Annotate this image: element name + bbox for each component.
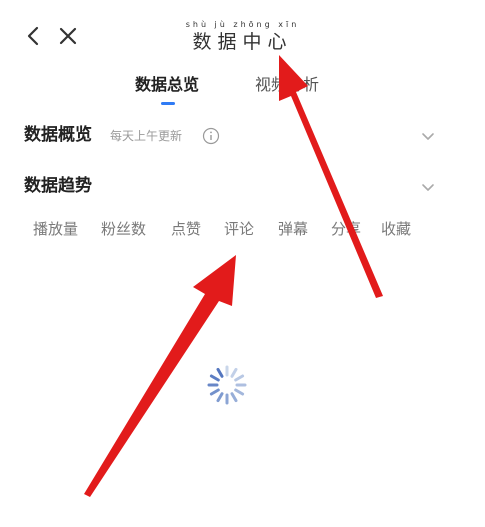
overview-update-note: 每天上午更新 — [110, 129, 183, 143]
metric-tab-followers[interactable]: 粉丝数 — [101, 218, 146, 240]
page-title: shù jù zhōng xīn 数据中心 — [0, 20, 485, 54]
info-icon[interactable] — [202, 127, 220, 145]
overview-section-header[interactable]: 数据概览 每天上午更新 — [0, 121, 485, 151]
metric-tab-plays[interactable]: 播放量 — [33, 218, 78, 240]
metric-tab-favorites[interactable]: 收藏 — [381, 218, 411, 240]
metric-tab-comments[interactable]: 评论 — [224, 218, 254, 240]
tab-video-analysis[interactable]: 视频分析 — [255, 74, 319, 96]
page-title-text: 数据中心 — [192, 31, 293, 53]
tab-data-overview[interactable]: 数据总览 — [135, 74, 199, 96]
metric-tab-likes[interactable]: 点赞 — [171, 218, 201, 240]
metric-tab-shares[interactable]: 分享 — [331, 218, 361, 240]
chevron-down-icon[interactable] — [419, 178, 437, 196]
tab-bar: 数据总览 视频分析 — [0, 72, 485, 108]
loading-spinner-icon — [207, 365, 247, 405]
trend-title: 数据趋势 — [24, 176, 92, 196]
top-bar: shù jù zhōng xīn 数据中心 — [0, 0, 485, 64]
trend-section-header[interactable]: 数据趋势 — [0, 172, 485, 202]
metric-tabs: 播放量 粉丝数 点赞 评论 弹幕 分享 收藏 — [0, 216, 485, 244]
overview-title: 数据概览 — [24, 125, 92, 145]
active-tab-indicator — [161, 102, 175, 105]
page-title-pinyin: shù jù zhōng xīn — [185, 20, 300, 29]
chevron-down-icon[interactable] — [419, 127, 437, 145]
metric-tab-danmaku[interactable]: 弹幕 — [278, 218, 308, 240]
